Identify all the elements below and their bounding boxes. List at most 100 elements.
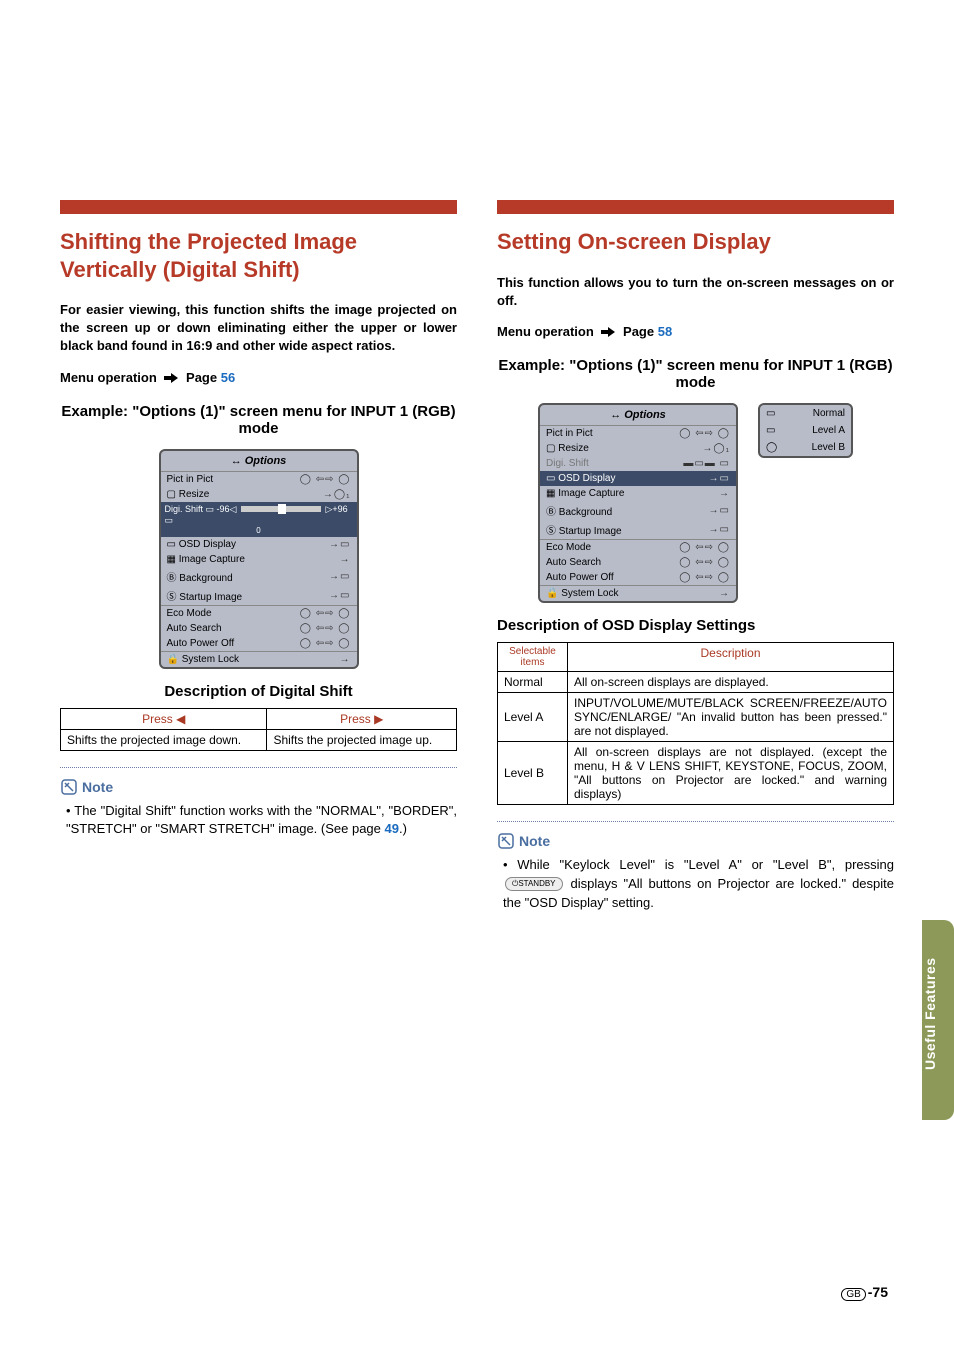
osd-item: Background (559, 507, 612, 518)
arrow-icon: →◯₁ (323, 489, 351, 500)
toggle-icon: ◯ ⇦⇨ ◯ (300, 474, 351, 485)
osd-item: Auto Power Off (167, 638, 235, 649)
page-link-56[interactable]: 56 (221, 370, 235, 385)
table-cell: Normal (498, 671, 568, 692)
section-bar (60, 200, 457, 214)
section-bar (497, 200, 894, 214)
note-heading: Note (60, 778, 457, 796)
osd-item: Image Capture (558, 488, 624, 499)
arrow-icon: →◯₁ (702, 443, 730, 454)
arrow-icon: →▭ (709, 524, 730, 535)
arrow-icon: → (340, 554, 351, 565)
arrow-icon: →▭ (329, 571, 350, 582)
digital-shift-table: Press ◀ Press ▶ Shifts the projected ima… (60, 708, 457, 751)
table-cell: Level A (498, 692, 568, 741)
table-header: Description (568, 642, 894, 671)
menu-operation-right: Menu operation Page 58 (497, 324, 894, 339)
note-body-right: • While "Keylock Level" is "Level A" or … (497, 856, 894, 913)
osd-item: OSD Display (179, 539, 236, 550)
submenu-item: Level A (812, 425, 845, 436)
osd-screenshot-right: ↔ Options Pict in Pict◯ ⇦⇨ ◯ ▢ Resize→◯₁… (497, 403, 894, 603)
left-column: Shifting the Projected Image Vertically … (60, 200, 457, 912)
table-header: Press ▶ (267, 708, 457, 729)
page: Shifting the Projected Image Vertically … (0, 0, 954, 1346)
toggle-icon: ◯ ⇦⇨ ◯ (679, 572, 730, 583)
arrow-icon: →▭ (709, 505, 730, 516)
region-badge: GB (841, 1288, 865, 1301)
table-cell: Shifts the projected image down. (61, 729, 267, 750)
submenu-item: Level B (812, 442, 845, 453)
osd-panel-right: ↔ Options Pict in Pict◯ ⇦⇨ ◯ ▢ Resize→◯₁… (538, 403, 738, 603)
section-title-right: Setting On-screen Display (497, 228, 894, 256)
toggle-icon: ◯ ⇦⇨ ◯ (679, 428, 730, 439)
osd-item: Auto Search (167, 623, 222, 634)
intro-left: For easier viewing, this function shifts… (60, 301, 457, 356)
osd-item: Startup Image (559, 526, 622, 537)
dotted-rule (497, 821, 894, 822)
level-b-icon: ◯ (766, 442, 777, 453)
two-column-layout: Shifting the Projected Image Vertically … (60, 200, 894, 912)
page-link-58[interactable]: 58 (658, 324, 672, 339)
osd-item: System Lock (561, 588, 618, 599)
table-cell: Level B (498, 741, 568, 804)
osd-item: Auto Power Off (546, 572, 614, 583)
arrow-icon: →▭ (329, 590, 350, 601)
side-tab: Useful Features (922, 920, 954, 1120)
table-header: Press ◀ (61, 708, 267, 729)
page-link-49[interactable]: 49 (385, 821, 399, 836)
page-footer: GB-75 (841, 1284, 888, 1300)
toggle-icon: ◯ ⇦⇨ ◯ (300, 608, 351, 619)
note-icon (60, 778, 78, 796)
osd-item-highlighted: ▭ OSD Display→▭ (540, 471, 736, 486)
dotted-rule (60, 767, 457, 768)
osd-item: Pict in Pict (546, 428, 593, 439)
toggle-icon: ◯ ⇦⇨ ◯ (300, 638, 351, 649)
desc-heading-right: Description of OSD Display Settings (497, 617, 894, 634)
menuop-page-label: Page (623, 324, 654, 339)
arrow-icon: → (340, 654, 351, 665)
osd-item: System Lock (182, 654, 239, 665)
menuop-prefix: Menu operation (497, 324, 594, 339)
osd-title: ↔ Options (161, 451, 357, 472)
osd-item: Background (179, 573, 232, 584)
table-cell: Shifts the projected image up. (267, 729, 457, 750)
example-heading-left: Example: "Options (1)" screen menu for I… (60, 403, 457, 437)
note-heading: Note (497, 832, 894, 850)
osd-title: ↔ Options (540, 405, 736, 426)
arrow-right-icon (164, 370, 182, 385)
arrow-icon: →▭ (329, 539, 350, 550)
arrow-icon: → (719, 488, 730, 499)
arrow-icon: → (719, 588, 730, 599)
table-cell: All on-screen displays are displayed. (568, 671, 894, 692)
osd-item: Digi. Shift (546, 458, 589, 469)
osd-slider-row: Digi. Shift ▭ -96◁ ▷+96 ▭ 0 (161, 502, 357, 537)
note-body-left: • The "Digital Shift" function works wit… (60, 802, 457, 840)
slider-icon: ▬▭▬ ▭ (683, 458, 730, 469)
level-a-icon: ▭ (766, 425, 775, 436)
note-icon (497, 832, 515, 850)
submenu-item: Normal (813, 408, 845, 419)
osd-item: Resize (558, 443, 589, 454)
menu-operation-left: Menu operation Page 56 (60, 370, 457, 385)
osd-item: Image Capture (179, 554, 245, 565)
right-column: Setting On-screen Display This function … (497, 200, 894, 912)
menuop-page-label: Page (186, 370, 217, 385)
osd-item: Digi. Shift (165, 504, 204, 514)
normal-icon: ▭ (766, 408, 775, 419)
osd-screenshot-left: ↔ Options Pict in Pict◯ ⇦⇨ ◯ ▢ Resize→◯₁… (60, 449, 457, 669)
standby-button-icon: ⏻STANDBY (505, 877, 563, 891)
page-number: -75 (868, 1284, 888, 1300)
osd-item: Eco Mode (167, 608, 212, 619)
osd-item: Eco Mode (546, 542, 591, 553)
desc-heading-left: Description of Digital Shift (60, 683, 457, 700)
osd-item: Startup Image (179, 592, 242, 603)
osd-submenu: ▭ Normal ▭ Level A ◯ Level B (758, 403, 853, 458)
osd-item: Auto Search (546, 557, 601, 568)
toggle-icon: ◯ ⇦⇨ ◯ (300, 623, 351, 634)
arrow-icon: →▭ (709, 473, 730, 484)
intro-right: This function allows you to turn the on-… (497, 274, 894, 310)
toggle-icon: ◯ ⇦⇨ ◯ (679, 557, 730, 568)
osd-item: Resize (179, 489, 210, 500)
osd-panel-left: ↔ Options Pict in Pict◯ ⇦⇨ ◯ ▢ Resize→◯₁… (159, 449, 359, 669)
arrow-right-icon (601, 324, 619, 339)
